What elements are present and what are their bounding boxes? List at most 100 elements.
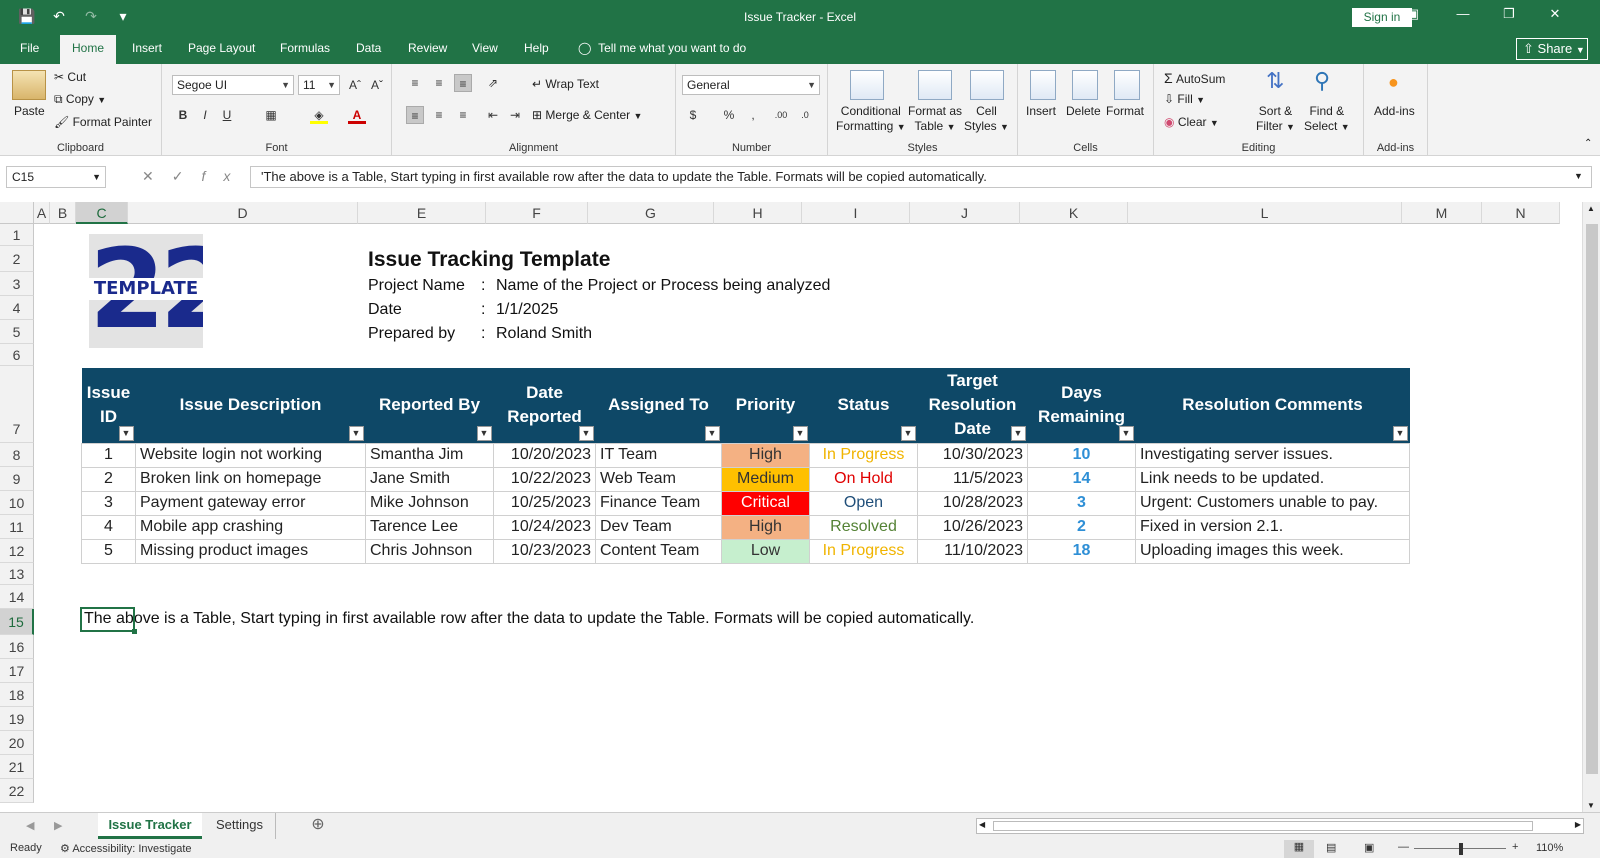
table-note[interactable]: The above is a Table, Start typing in fi…	[84, 610, 974, 628]
cell-date[interactable]: 10/22/2023	[493, 466, 596, 492]
zoom-in-icon[interactable]: +	[1512, 841, 1518, 853]
share-button[interactable]: ⇧ Share ▼	[1516, 38, 1588, 60]
comma-icon[interactable]: ,	[744, 106, 762, 124]
cell-status[interactable]: Open	[809, 490, 918, 516]
row-header-19[interactable]: 19	[0, 707, 34, 731]
cell-target[interactable]: 11/10/2023	[917, 538, 1028, 564]
align-middle-icon[interactable]: ≡	[430, 74, 448, 92]
page-break-view-icon[interactable]: ▣	[1364, 841, 1374, 854]
enter-icon[interactable]: ✓	[172, 168, 202, 184]
cell-id[interactable]: 4	[81, 514, 136, 540]
increase-decimal-icon[interactable]: .00	[772, 106, 790, 124]
cell-by[interactable]: Smantha Jim	[365, 442, 494, 468]
prev-sheet-icon[interactable]: ◀	[26, 819, 34, 832]
normal-view-icon[interactable]: ▦	[1284, 840, 1314, 858]
scroll-down-icon[interactable]: ▼	[1587, 801, 1595, 810]
table-header-cell[interactable]: Date Reported ▼	[493, 368, 596, 443]
cell-priority[interactable]: High	[721, 514, 810, 540]
cell-comments[interactable]: Link needs to be updated.	[1135, 466, 1410, 492]
row-header-4[interactable]: 4	[0, 296, 34, 320]
cell-priority[interactable]: High	[721, 442, 810, 468]
column-header-l[interactable]: L	[1128, 202, 1402, 224]
cancel-icon[interactable]: ✕	[142, 168, 172, 184]
filter-dropdown-icon[interactable]: ▼	[578, 425, 594, 441]
cell-comments[interactable]: Investigating server issues.	[1135, 442, 1410, 468]
cell-days[interactable]: 2	[1027, 514, 1136, 540]
tab-view[interactable]: View	[472, 41, 498, 55]
column-header-m[interactable]: M	[1402, 202, 1482, 224]
cell-target[interactable]: 10/26/2023	[917, 514, 1028, 540]
column-header-c[interactable]: C	[76, 202, 128, 224]
fill-button[interactable]: ⇩ Fill ▼	[1164, 92, 1205, 106]
row-header-9[interactable]: 9	[0, 467, 34, 491]
row-header-14[interactable]: 14	[0, 585, 34, 609]
cell-date[interactable]: 10/23/2023	[493, 538, 596, 564]
column-header-i[interactable]: I	[802, 202, 910, 224]
table-header-cell[interactable]: Target Resolution Date ▼	[917, 368, 1028, 443]
minimize-icon[interactable]: —	[1448, 6, 1478, 21]
align-left-icon[interactable]: ≡	[406, 106, 424, 124]
project-name-label[interactable]: Project Name	[368, 277, 465, 295]
active-cell-selection[interactable]	[80, 607, 137, 634]
next-sheet-icon[interactable]: ▶	[54, 819, 62, 832]
filter-dropdown-icon[interactable]: ▼	[1392, 425, 1408, 441]
cell-by[interactable]: Tarence Lee	[365, 514, 494, 540]
column-header-g[interactable]: G	[588, 202, 714, 224]
cell-desc[interactable]: Broken link on homepage	[135, 466, 366, 492]
cell-target[interactable]: 10/30/2023	[917, 442, 1028, 468]
cell-desc[interactable]: Missing product images	[135, 538, 366, 564]
table-header-cell[interactable]: Priority ▼	[721, 368, 810, 443]
row-header-2[interactable]: 2	[0, 246, 34, 272]
decrease-indent-icon[interactable]: ⇤	[484, 106, 502, 124]
column-header-f[interactable]: F	[486, 202, 588, 224]
italic-icon[interactable]: I	[196, 106, 214, 124]
cell-priority[interactable]: Low	[721, 538, 810, 564]
cell-priority[interactable]: Medium	[721, 466, 810, 492]
cell-by[interactable]: Jane Smith	[365, 466, 494, 492]
align-bottom-icon[interactable]: ≡	[454, 74, 472, 92]
increase-indent-icon[interactable]: ⇥	[506, 106, 524, 124]
format-painter-button[interactable]: 🖌 Format Painter	[54, 115, 152, 129]
filter-dropdown-icon[interactable]: ▼	[900, 425, 916, 441]
bold-icon[interactable]: B	[174, 106, 192, 124]
tab-file[interactable]: File	[20, 41, 39, 55]
project-name-value[interactable]: Name of the Project or Process being ana…	[496, 277, 830, 295]
cell-styles-button[interactable]: Cell Styles ▼	[964, 104, 1009, 135]
add-sheet-icon[interactable]: ⊕	[306, 813, 330, 839]
table-header-cell[interactable]: Issue ID ▼	[81, 368, 136, 443]
vertical-scroll-thumb[interactable]	[1586, 224, 1598, 774]
currency-icon[interactable]: $	[684, 106, 702, 124]
cell-by[interactable]: Chris Johnson	[365, 538, 494, 564]
accessibility-checker[interactable]: ⚙ Accessibility: Investigate	[60, 842, 192, 855]
cell-assigned[interactable]: Dev Team	[595, 514, 722, 540]
column-header-j[interactable]: J	[910, 202, 1020, 224]
tab-home[interactable]: Home	[60, 35, 117, 64]
tab-page-layout[interactable]: Page Layout	[188, 41, 255, 55]
horizontal-scrollbar[interactable]: ◀ ▶	[976, 818, 1584, 834]
format-as-table-icon[interactable]	[918, 70, 952, 100]
prepared-by-value[interactable]: Roland Smith	[496, 325, 592, 343]
conditional-formatting-icon[interactable]	[850, 70, 884, 100]
copy-button[interactable]: ⧉ Copy ▼	[54, 92, 106, 107]
paste-icon[interactable]	[12, 70, 46, 100]
find-select-button[interactable]: Find & Select ▼	[1304, 104, 1350, 135]
date-label[interactable]: Date	[368, 301, 402, 319]
align-right-icon[interactable]: ≡	[454, 106, 472, 124]
filter-dropdown-icon[interactable]: ▼	[1118, 425, 1134, 441]
cell-target[interactable]: 11/5/2023	[917, 466, 1028, 492]
filter-dropdown-icon[interactable]: ▼	[476, 425, 492, 441]
sheet-title[interactable]: Issue Tracking Template	[368, 248, 610, 272]
cell-comments[interactable]: Urgent: Customers unable to pay.	[1135, 490, 1410, 516]
column-header-h[interactable]: H	[714, 202, 802, 224]
row-header-11[interactable]: 11	[0, 515, 34, 539]
close-icon[interactable]: ✕	[1540, 6, 1570, 22]
decrease-decimal-icon[interactable]: .0	[796, 106, 814, 124]
row-header-15[interactable]: 15	[0, 609, 34, 635]
cell-assigned[interactable]: Web Team	[595, 466, 722, 492]
cell-status[interactable]: In Progress	[809, 442, 918, 468]
cell-assigned[interactable]: Content Team	[595, 538, 722, 564]
cell-desc[interactable]: Website login not working	[135, 442, 366, 468]
delete-cells-button[interactable]: Delete	[1066, 104, 1101, 118]
orientation-icon[interactable]: ⇗	[484, 74, 502, 92]
format-as-table-button[interactable]: Format as Table ▼	[908, 104, 962, 135]
